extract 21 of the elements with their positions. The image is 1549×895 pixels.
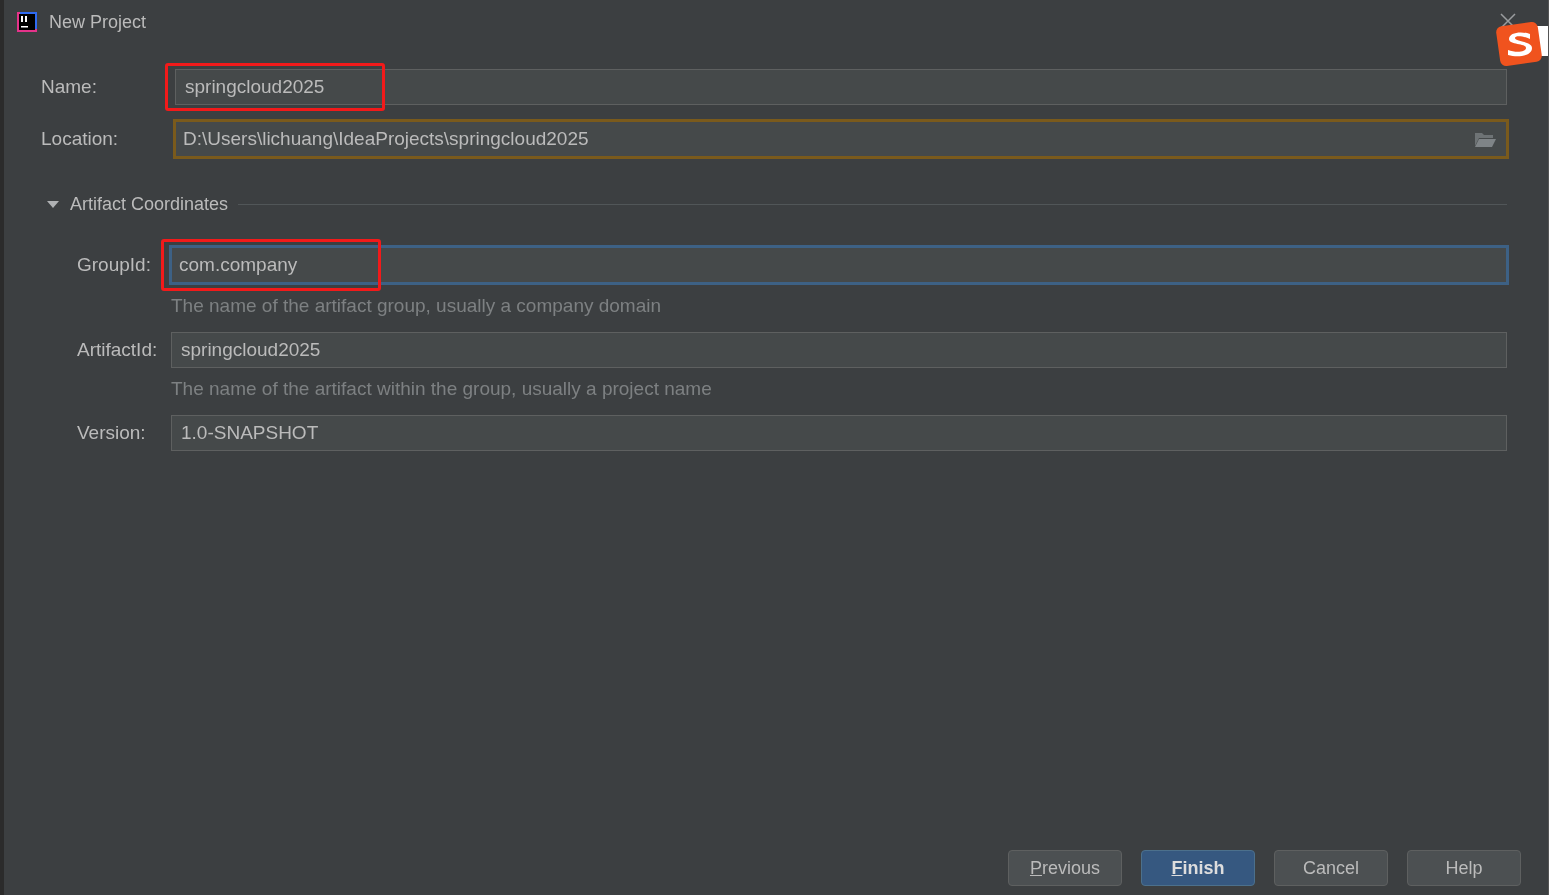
folder-icon[interactable] [1474,131,1496,147]
field-hint: The name of the artifact within the group, usually a project name [171,378,713,400]
dialog-button[interactable]: Cancel [1274,850,1388,886]
input-field[interactable]: D:\Users\lichuang\IdeaProjects\springcloud2025 [173,119,1509,159]
dialog-button[interactable]: Help [1407,850,1521,886]
field-label: ArtifactId: [77,339,159,361]
expand-triangle-icon[interactable] [46,199,60,209]
input-field[interactable]: springcloud2025 [175,69,1507,105]
field-hint: The name of the artifact group, usually a company domain [171,295,663,317]
field-label: GroupId: [77,254,152,276]
field-label: Location: [41,128,120,150]
field-label: Name: [41,76,98,98]
window-title: New Project [49,11,147,33]
input-field[interactable]: 1.0-SNAPSHOT [171,415,1507,451]
app-icon [17,12,37,32]
input-field[interactable]: com.company [169,245,1509,285]
dialog-button[interactable]: Finish [1141,850,1255,886]
section-title: Artifact Coordinates [70,193,229,215]
dialog-button[interactable]: Previous [1008,850,1122,886]
input-field[interactable]: springcloud2025 [171,332,1507,368]
field-label: Version: [77,422,147,444]
